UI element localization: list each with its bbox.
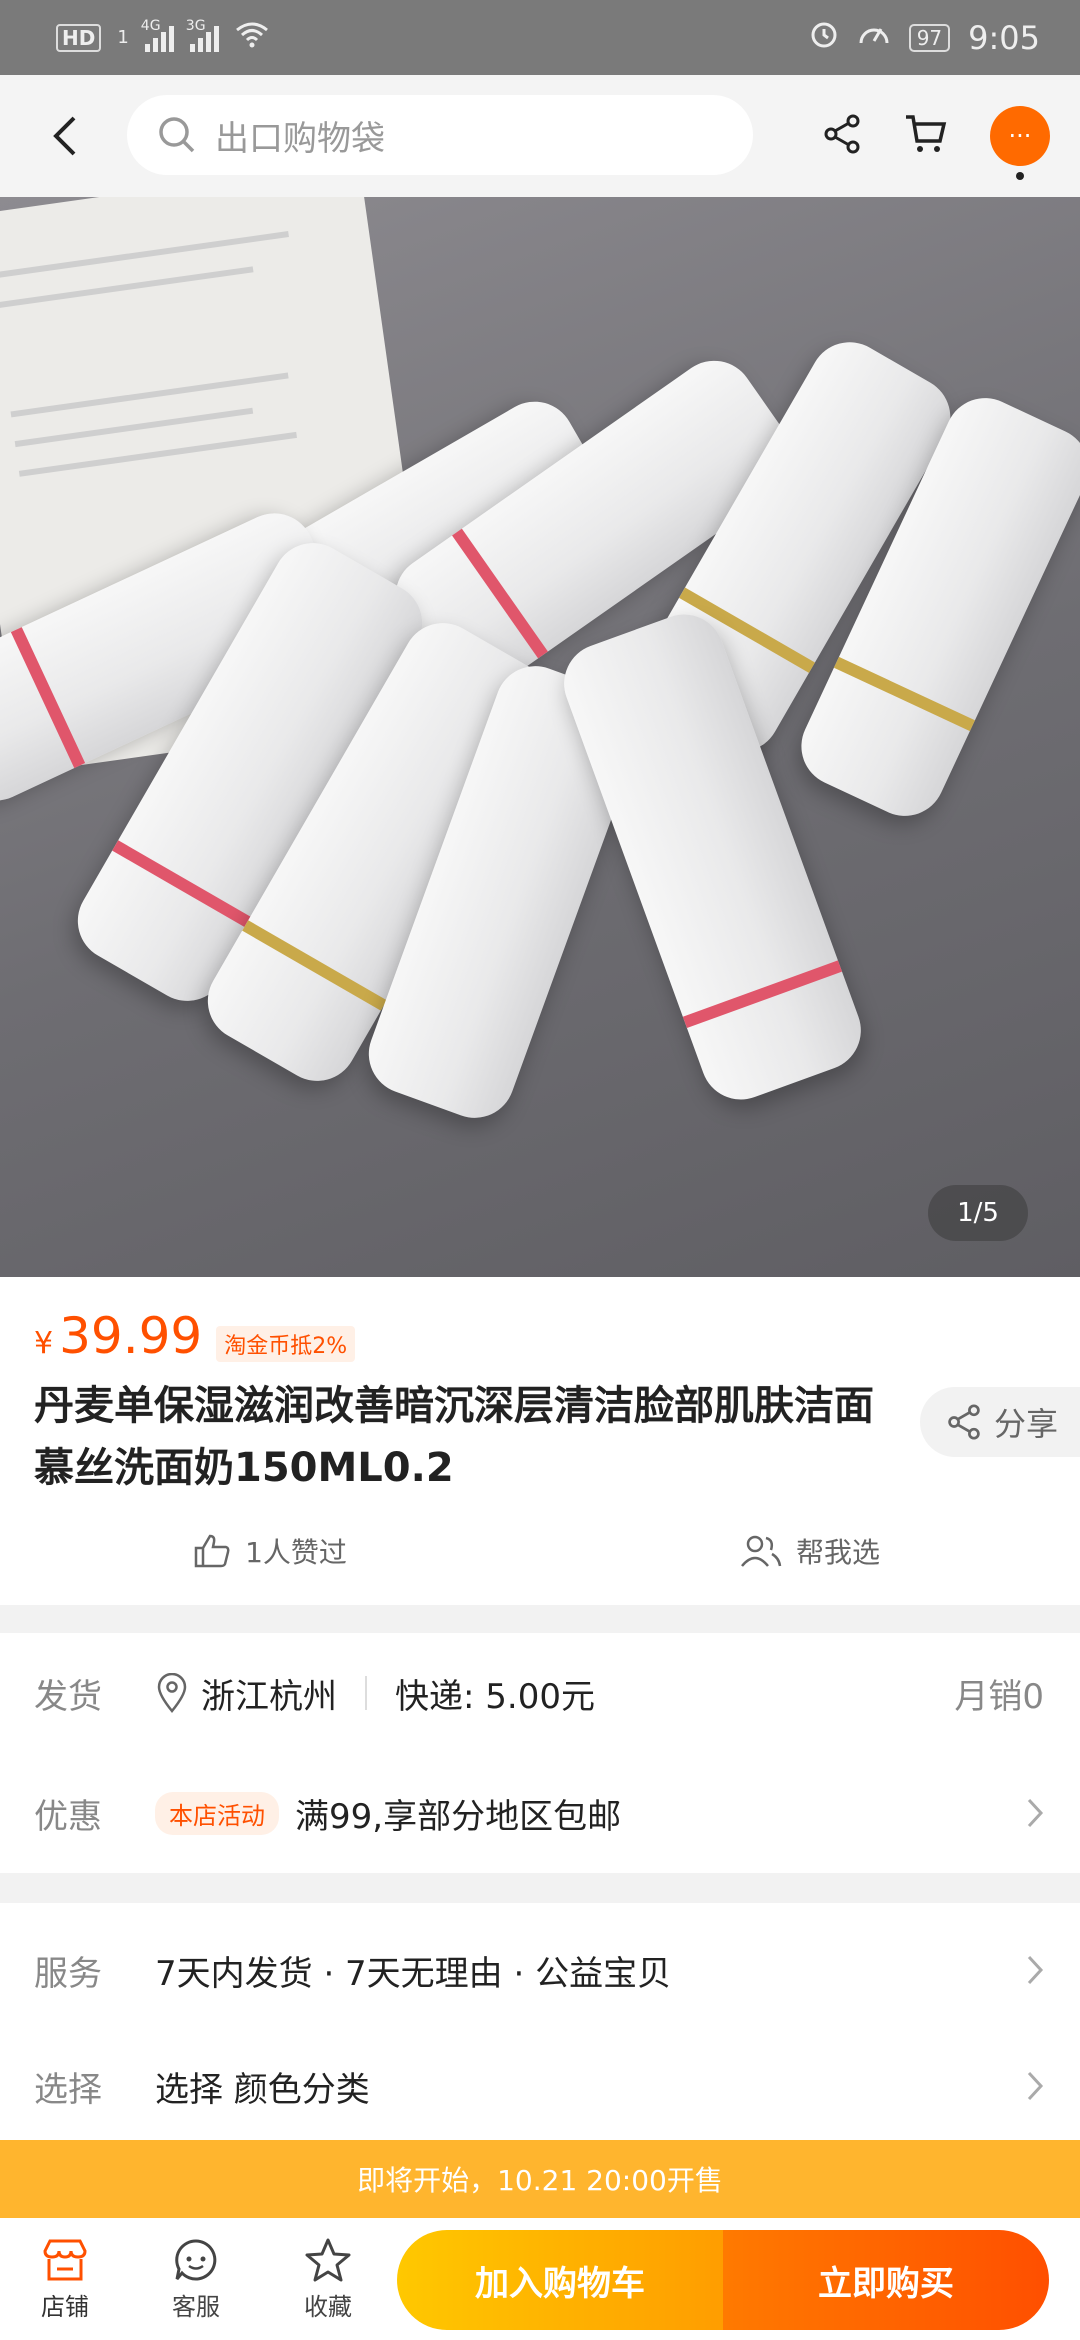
- back-icon: [53, 116, 76, 156]
- shipping-row: 发货 浙江杭州 快递: 5.00元 月销0: [0, 1643, 1080, 1743]
- top-nav-bar: 出口购物袋 ···: [0, 75, 1080, 197]
- likes-count: 1人赞过: [245, 1536, 347, 1569]
- speed-icon: [857, 19, 891, 57]
- more-icon: ···: [1008, 122, 1032, 150]
- image-page-indicator: 1/5: [928, 1185, 1028, 1241]
- signal-icon: 4G: [141, 18, 174, 52]
- monthly-sales: 月销0: [954, 1676, 1044, 1717]
- product-page: HD 1 4G 3G 97 9:05 出口购物袋 ··· 1/5 ¥ 39.99…: [0, 0, 1080, 2340]
- options-card: 服务 7天内发货 · 7天无理由 · 公益宝贝 选择 选择 颜色分类: [0, 1903, 1080, 2140]
- help-choose-label: 帮我选: [795, 1536, 880, 1569]
- sim-indicator: 1: [117, 27, 129, 48]
- share-icon: [824, 114, 860, 154]
- select-text: 选择 颜色分类: [155, 2069, 370, 2110]
- chevron-right-icon: [1027, 2071, 1044, 2101]
- product-info-card: ¥39.99 淘金币抵2% 丹麦单保湿滋润改善暗沉深层清洁脸部肌肤洁面慕丝洗面奶…: [0, 1277, 1080, 1605]
- ship-from-location: 浙江杭州: [201, 1676, 337, 1717]
- chat-face-icon: [175, 2238, 217, 2280]
- select-row[interactable]: 选择 选择 颜色分类: [0, 2036, 1080, 2136]
- store-label: 店铺: [41, 2292, 89, 2321]
- wifi-icon: [235, 20, 269, 56]
- favorite-label: 收藏: [304, 2292, 352, 2321]
- coin-discount-badge: 淘金币抵2%: [216, 1326, 356, 1362]
- location-pin-icon: [157, 1673, 187, 1713]
- service-row[interactable]: 服务 7天内发货 · 7天无理由 · 公益宝贝: [0, 1920, 1080, 2020]
- promotion-label: 优惠: [34, 1796, 102, 1837]
- store-icon: [43, 2239, 87, 2280]
- service-text: 7天内发货 · 7天无理由 · 公益宝贝: [155, 1953, 672, 1994]
- network-type-label-2: 3G: [185, 17, 206, 34]
- shipping-label: 发货: [34, 1676, 102, 1717]
- customer-service-tab[interactable]: 客服: [130, 2237, 262, 2322]
- promotion-text: 满99,享部分地区包邮: [295, 1796, 622, 1837]
- divider: [365, 1676, 367, 1710]
- favorite-tab[interactable]: 收藏: [262, 2237, 394, 2322]
- bottom-action-bar: 店铺 客服 收藏 加入购物车 立即购买: [0, 2218, 1080, 2340]
- promotion-row[interactable]: 优惠 本店活动 满99,享部分地区包邮: [0, 1763, 1080, 1863]
- shipping-card: 发货 浙江杭州 快递: 5.00元 月销0 优惠 本店活动 满99,享部分地区包…: [0, 1633, 1080, 1873]
- star-icon: [305, 2238, 351, 2281]
- search-bar[interactable]: 出口购物袋: [127, 95, 753, 175]
- add-to-cart-button[interactable]: 加入购物车: [397, 2230, 723, 2330]
- alarm-icon: [809, 19, 839, 57]
- select-label: 选择: [34, 2069, 102, 2110]
- chevron-right-icon: [1027, 1798, 1044, 1828]
- search-icon: [159, 117, 195, 153]
- customer-service-label: 客服: [172, 2292, 220, 2321]
- product-title: 丹麦单保湿滋润改善暗沉深层清洁脸部肌肤洁面慕丝洗面奶150ML0.2: [34, 1383, 874, 1491]
- thumbs-up-icon: [194, 1534, 230, 1568]
- back-button[interactable]: [0, 75, 130, 197]
- clock: 9:05: [968, 18, 1040, 57]
- presale-banner: 即将开始，10.21 20:00开售: [0, 2140, 1080, 2218]
- store-tab[interactable]: 店铺: [0, 2237, 130, 2322]
- product-image-gallery[interactable]: 1/5: [0, 197, 1080, 1277]
- signal-icon-2: 3G: [186, 18, 219, 52]
- battery-indicator: 97: [908, 23, 951, 52]
- product-price: ¥39.99: [34, 1307, 202, 1365]
- hd-indicator: HD: [56, 23, 102, 52]
- network-type-label: 4G: [140, 17, 161, 34]
- buy-now-button[interactable]: 立即购买: [723, 2230, 1049, 2330]
- share-label: 分享: [994, 1405, 1059, 1443]
- search-placeholder: 出口购物袋: [215, 118, 385, 159]
- cart-button[interactable]: [904, 113, 948, 159]
- like-button[interactable]: 1人赞过: [0, 1521, 540, 1581]
- help-choose-button[interactable]: 帮我选: [540, 1521, 1080, 1581]
- more-button[interactable]: ···: [990, 106, 1050, 180]
- chevron-right-icon: [1027, 1955, 1044, 1985]
- share-pill-button[interactable]: 分享: [920, 1387, 1080, 1457]
- store-activity-tag: 本店活动: [155, 1791, 279, 1835]
- people-icon: [741, 1535, 782, 1567]
- status-bar: HD 1 4G 3G 97 9:05: [0, 0, 1080, 75]
- express-fee: 快递: 5.00元: [395, 1676, 595, 1717]
- price-value: 39.99: [59, 1307, 203, 1365]
- purchase-buttons: 加入购物车 立即购买: [397, 2230, 1049, 2330]
- currency-symbol: ¥: [34, 1326, 54, 1361]
- service-label: 服务: [34, 1953, 102, 1994]
- cart-icon: [906, 115, 947, 152]
- share-button[interactable]: [822, 113, 862, 159]
- share-icon: [948, 1404, 980, 1440]
